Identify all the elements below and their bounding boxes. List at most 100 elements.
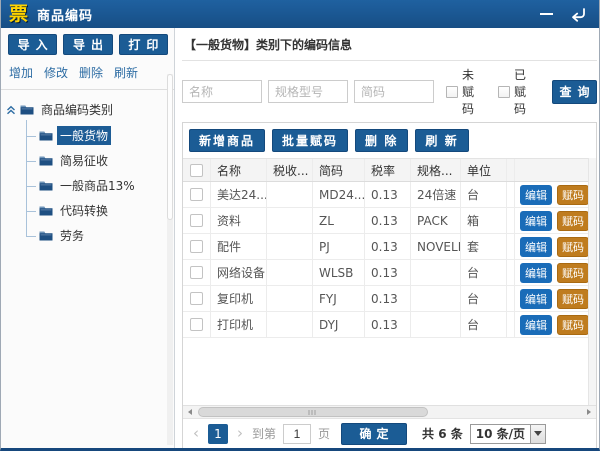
next-page-icon[interactable]: › bbox=[235, 426, 245, 441]
cell-tax_class bbox=[267, 312, 313, 337]
row-checkbox[interactable] bbox=[190, 214, 203, 227]
row-checkbox[interactable] bbox=[190, 318, 203, 331]
refresh-button[interactable]: 刷 新 bbox=[415, 129, 468, 152]
tree-scrollbar-thumb[interactable] bbox=[167, 74, 173, 220]
pagination-bar: ‹ 1 › 到第 页 确定 共 6 条 10 条/页 bbox=[183, 418, 596, 448]
assigned-checkbox[interactable] bbox=[498, 86, 510, 98]
spec-search-input[interactable] bbox=[268, 80, 348, 103]
table-row[interactable]: 网络设备WLSB0.13台编辑赋码 bbox=[183, 260, 596, 286]
edit-button[interactable]: 编辑 bbox=[520, 315, 552, 335]
unassigned-label: 未赋码 bbox=[462, 66, 486, 117]
edit-button[interactable]: 编辑 bbox=[520, 185, 552, 205]
name-search-input[interactable] bbox=[182, 80, 262, 103]
column-header: 单位 bbox=[461, 159, 507, 181]
cell-spec bbox=[411, 260, 461, 285]
page-size-select[interactable]: 10 条/页 bbox=[470, 424, 546, 444]
row-checkbox[interactable] bbox=[190, 266, 203, 279]
prev-page-icon[interactable]: ‹ bbox=[191, 426, 201, 441]
app-logo-icon: 票 bbox=[9, 5, 28, 24]
tree-action-links: 增加修改删除刷新 bbox=[1, 60, 174, 90]
column-header: 名称 bbox=[211, 159, 267, 181]
cell-spec bbox=[411, 286, 461, 311]
tree-root-node[interactable]: 商品编码类别 bbox=[6, 98, 170, 121]
row-actions-cell: 编辑赋码 bbox=[515, 234, 596, 259]
delete-button[interactable]: 删 除 bbox=[355, 129, 408, 152]
add-product-button[interactable]: 新增商品 bbox=[189, 129, 265, 152]
table-row[interactable]: 复印机FYJ0.13台编辑赋码 bbox=[183, 286, 596, 312]
assign-code-button[interactable]: 赋码 bbox=[557, 263, 589, 283]
cell-code: WLSB bbox=[313, 260, 365, 285]
export-button[interactable]: 导出 bbox=[63, 34, 112, 55]
cell-code: ZL bbox=[313, 208, 365, 233]
tree-item-general-goods[interactable]: 一般货物 bbox=[26, 123, 170, 148]
left-toolbar: 导入导出打印 bbox=[1, 28, 174, 60]
link-modify[interactable]: 修改 bbox=[44, 64, 68, 81]
unassigned-filter[interactable]: 未赋码 bbox=[446, 66, 486, 117]
table-row[interactable]: 美达24...MD24...0.1324倍速台编辑赋码 bbox=[183, 182, 596, 208]
table-vertical-scrollbar[interactable] bbox=[588, 158, 596, 405]
assign-code-button[interactable]: 赋码 bbox=[557, 237, 589, 257]
collapse-icon[interactable] bbox=[6, 105, 16, 115]
current-page-button[interactable]: 1 bbox=[208, 424, 228, 444]
edit-button[interactable]: 编辑 bbox=[520, 237, 552, 257]
select-all-checkbox[interactable] bbox=[190, 164, 203, 177]
page-size-value: 10 条/页 bbox=[471, 425, 530, 442]
import-button[interactable]: 导入 bbox=[8, 34, 57, 55]
clipped-column-cell bbox=[507, 234, 515, 259]
code-search-input[interactable] bbox=[354, 80, 434, 103]
unassigned-checkbox[interactable] bbox=[446, 86, 458, 98]
goto-page-input[interactable] bbox=[283, 424, 311, 444]
scroll-right-icon[interactable] bbox=[583, 406, 596, 418]
row-actions-cell: 编辑赋码 bbox=[515, 286, 596, 311]
clipped-column-cell bbox=[507, 208, 515, 233]
row-checkbox[interactable] bbox=[190, 240, 203, 253]
right-panel: 【一般货物】类别下的编码信息 未赋码 已赋码 查询 bbox=[175, 28, 599, 448]
goto-label: 到第 bbox=[252, 425, 276, 442]
confirm-page-button[interactable]: 确定 bbox=[341, 423, 407, 445]
cell-code: DYJ bbox=[313, 312, 365, 337]
tree-scrollbar[interactable] bbox=[167, 74, 173, 445]
assigned-filter[interactable]: 已赋码 bbox=[498, 66, 538, 117]
link-delete[interactable]: 删除 bbox=[79, 64, 103, 81]
cell-unit: 箱 bbox=[461, 208, 507, 233]
app-window: 票 商品编码 导入导出打印 增加修改删除刷新 bbox=[0, 0, 600, 451]
query-button[interactable]: 查询 bbox=[552, 80, 597, 104]
tree-item-simple-levy[interactable]: 简易征收 bbox=[26, 148, 170, 173]
edit-button[interactable]: 编辑 bbox=[520, 211, 552, 231]
edit-button[interactable]: 编辑 bbox=[520, 289, 552, 309]
assign-code-button[interactable]: 赋码 bbox=[557, 315, 589, 335]
column-header: 税收... bbox=[267, 159, 313, 181]
row-checkbox[interactable] bbox=[190, 292, 203, 305]
cell-unit: 台 bbox=[461, 312, 507, 337]
link-refresh[interactable]: 刷新 bbox=[114, 64, 138, 81]
table-header: 名称税收...简码税率规格...单位 bbox=[183, 158, 596, 182]
chevron-down-icon[interactable] bbox=[530, 425, 545, 443]
folder-icon bbox=[39, 230, 53, 241]
table-row[interactable]: 配件PJ0.13NOVELL套编辑赋码 bbox=[183, 234, 596, 260]
cell-tax_class bbox=[267, 182, 313, 207]
back-icon[interactable] bbox=[568, 6, 587, 23]
column-header: 税率 bbox=[365, 159, 411, 181]
assign-code-button[interactable]: 赋码 bbox=[557, 185, 589, 205]
assign-code-button[interactable]: 赋码 bbox=[557, 211, 589, 231]
cell-tax_class bbox=[267, 286, 313, 311]
tree-item-labor[interactable]: 劳务 bbox=[26, 223, 170, 248]
assign-code-button[interactable]: 赋码 bbox=[557, 289, 589, 309]
row-checkbox[interactable] bbox=[190, 188, 203, 201]
link-add[interactable]: 增加 bbox=[9, 64, 33, 81]
table-horizontal-scrollbar[interactable] bbox=[183, 405, 596, 418]
cell-rate: 0.13 bbox=[365, 182, 411, 207]
tree-item-code-convert[interactable]: 代码转换 bbox=[26, 198, 170, 223]
cell-rate: 0.13 bbox=[365, 312, 411, 337]
minimize-icon[interactable] bbox=[540, 13, 553, 15]
edit-button[interactable]: 编辑 bbox=[520, 263, 552, 283]
batch-assign-button[interactable]: 批量赋码 bbox=[272, 129, 348, 152]
horizontal-scrollbar-thumb[interactable] bbox=[198, 407, 428, 417]
cell-code: MD24... bbox=[313, 182, 365, 207]
scroll-left-icon[interactable] bbox=[183, 406, 196, 418]
cell-unit: 台 bbox=[461, 182, 507, 207]
tree-item-general-13[interactable]: 一般商品13% bbox=[26, 173, 170, 198]
print-button[interactable]: 打印 bbox=[119, 34, 168, 55]
table-row[interactable]: 资料ZL0.13PACK箱编辑赋码 bbox=[183, 208, 596, 234]
table-row[interactable]: 打印机DYJ0.13台编辑赋码 bbox=[183, 312, 596, 338]
